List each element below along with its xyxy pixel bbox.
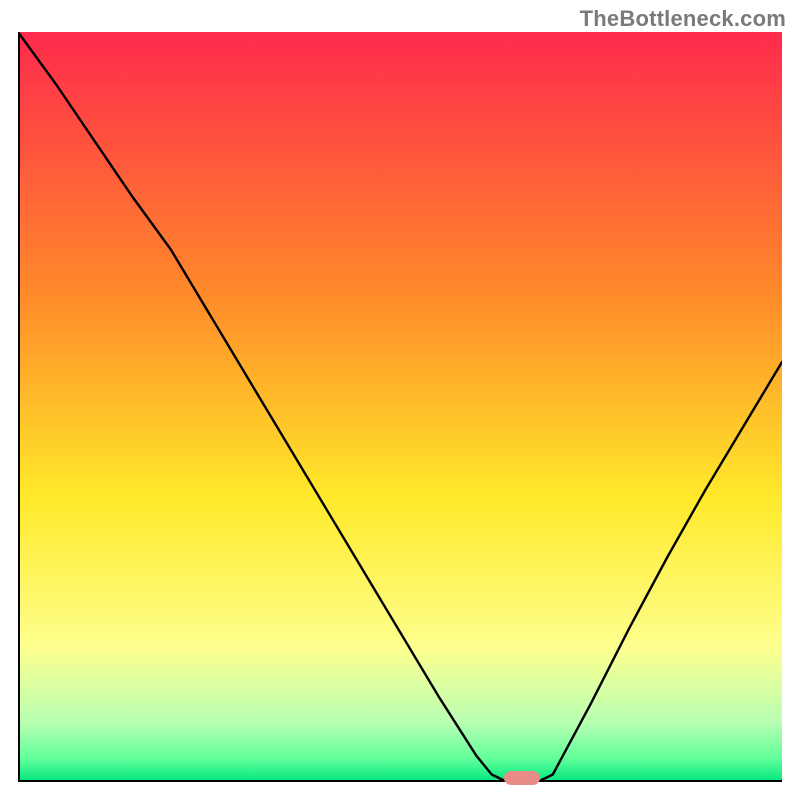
chart-container: TheBottleneck.com: [0, 0, 800, 800]
gradient-background: [18, 32, 782, 782]
watermark-text: TheBottleneck.com: [580, 6, 786, 32]
optimal-marker: [504, 771, 540, 785]
plot-area: [18, 32, 782, 782]
chart-svg: [18, 32, 782, 782]
